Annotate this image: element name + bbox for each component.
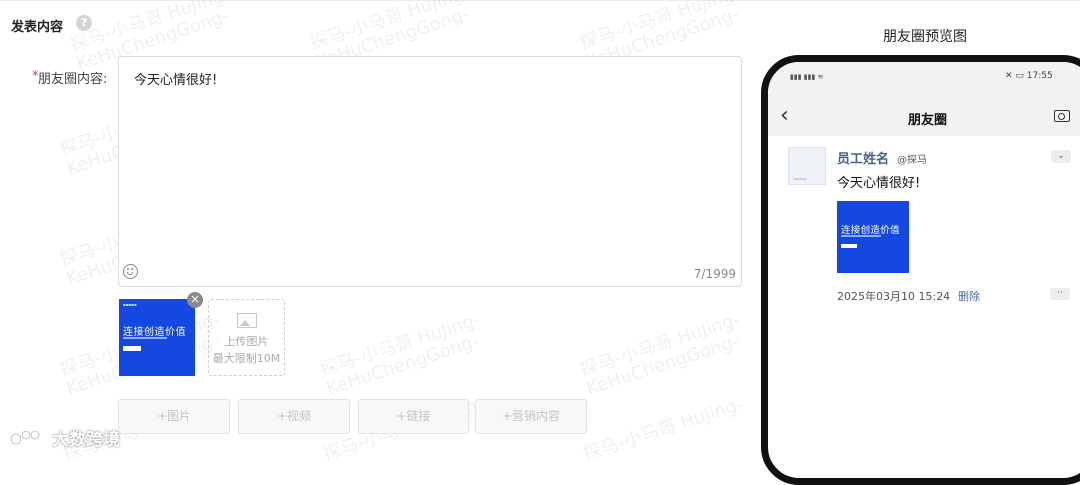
- status-bar: ▮▮▮ ▮▮▮ ≋ ✕ ▭ 17:55: [768, 62, 1080, 100]
- phone-navbar: ‹ 朋友圈: [768, 100, 1080, 136]
- post-author: 员工姓名: [837, 152, 890, 167]
- thumb-button: [123, 346, 141, 351]
- signal-icon: ▮▮▮ ▮▮▮ ≋: [790, 73, 824, 81]
- avatar-placeholder: ▫▫▫▫▫: [793, 176, 807, 181]
- post-image-button: [841, 244, 857, 248]
- watermark: 探马-小马哥 HuJing-KeHuChengGong-: [317, 309, 483, 400]
- content-textarea[interactable]: 今天心情很好! 7/1999: [118, 56, 742, 287]
- char-counter: 7/1999: [693, 267, 736, 281]
- post-delete-link: 删除: [958, 290, 980, 303]
- battery-icon: ✕ ▭: [1005, 71, 1027, 81]
- add-image-button[interactable]: +图片: [118, 399, 230, 434]
- post-text: 今天心情很好!: [837, 176, 921, 191]
- preview-title: 朋友圈预览图: [883, 29, 967, 45]
- top-divider: [0, 0, 1080, 1]
- add-marketing-button[interactable]: +营销内容: [475, 399, 587, 434]
- content-text[interactable]: 今天心情很好!: [134, 69, 217, 88]
- content-label: 朋友圈内容:: [38, 72, 108, 87]
- thumb-subline: [123, 337, 167, 339]
- post-image-title: 连接创造价值: [841, 225, 900, 236]
- nav-title: 朋友圈: [908, 113, 948, 128]
- upload-image-button[interactable]: 上传图片 最大限制10M: [208, 299, 285, 376]
- avatar: ▫▫▫▫▫: [788, 147, 826, 185]
- emoji-icon[interactable]: [123, 264, 138, 279]
- brand-watermark: 大数跨境: [52, 430, 120, 450]
- thumb-logo: ▪▪▪▪▪: [123, 302, 137, 307]
- close-icon[interactable]: ×: [187, 292, 203, 308]
- status-right: ✕ ▭ 17:55: [1005, 71, 1053, 81]
- post-company: @探马: [897, 155, 927, 166]
- phone-preview: ▮▮▮ ▮▮▮ ≋ ✕ ▭ 17:55 ‹ 朋友圈 ▫▫▫▫▫ 员工姓名 @探马…: [761, 55, 1080, 485]
- watermark: 探马-小马哥 HuJing-KeHuChengGong-: [577, 309, 743, 400]
- more-icon: ··: [1050, 288, 1070, 300]
- back-icon: ‹: [780, 103, 789, 128]
- watermark: 探马-小马哥 HuJing-: [580, 393, 746, 466]
- post-image: 连接创造价值: [837, 201, 909, 273]
- image-icon: [237, 313, 257, 328]
- status-time: 17:55: [1026, 71, 1053, 81]
- post-time: 2025年03月10 15:24: [837, 290, 951, 303]
- add-video-button[interactable]: +视频: [238, 399, 350, 434]
- brand-logo-icon: [10, 430, 40, 445]
- add-link-button[interactable]: +链接: [358, 399, 469, 434]
- section-title: 发表内容: [11, 20, 64, 35]
- thumb-title: 连接创造价值: [123, 327, 186, 338]
- upload-limit: 最大限制10M: [212, 352, 281, 365]
- question-icon[interactable]: ?: [76, 15, 92, 31]
- camera-icon: [1054, 110, 1070, 122]
- chevron-down-icon: ⌄: [1051, 150, 1071, 163]
- uploaded-image[interactable]: ▪▪▪▪▪ 连接创造价值: [119, 299, 195, 376]
- upload-label: 上传图片: [224, 335, 269, 348]
- post-image-subline: [841, 235, 881, 237]
